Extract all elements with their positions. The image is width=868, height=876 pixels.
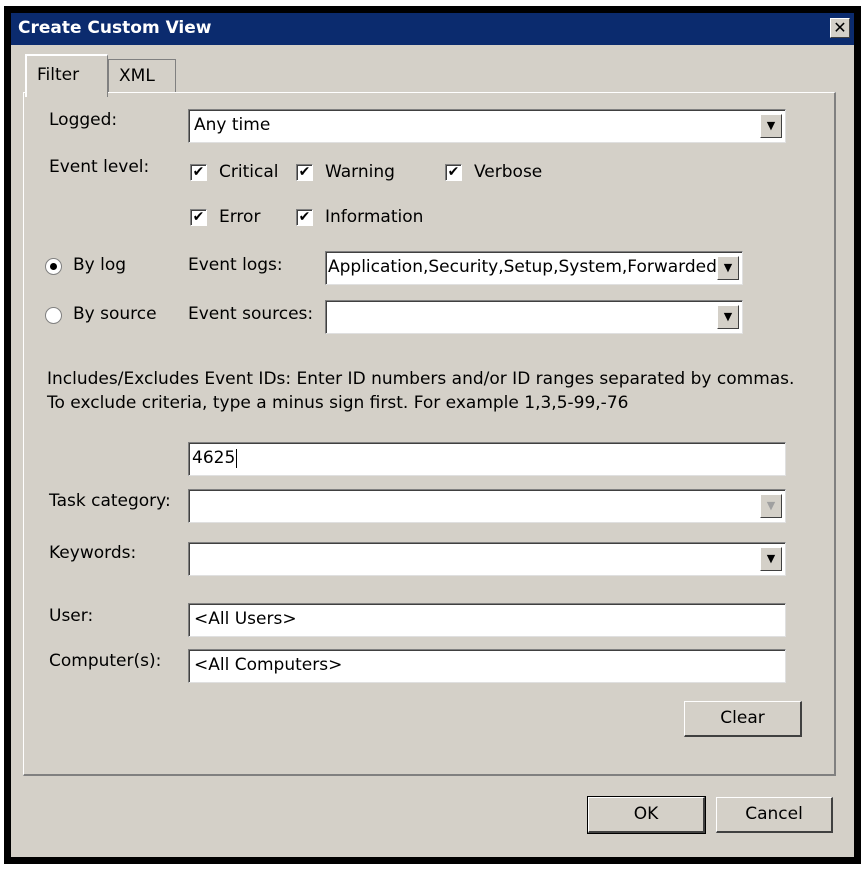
warning-checkbox[interactable]: ✔ — [296, 164, 313, 181]
by-source-label: By source — [73, 304, 157, 324]
dialog-client: Filter XML Logged: Any time ▼ Event leve… — [11, 45, 854, 857]
chevron-down-icon[interactable]: ▼ — [717, 305, 739, 329]
by-log-label: By log — [73, 255, 127, 275]
event-ids-description: Includes/Excludes Event IDs: Enter ID nu… — [47, 369, 795, 413]
filter-panel: Logged: Any time ▼ Event level: ✔ Critic… — [23, 92, 836, 776]
event-sources-label: Event sources: — [188, 304, 314, 324]
critical-label: Critical — [219, 162, 279, 182]
information-checkbox[interactable]: ✔ — [296, 209, 313, 226]
tab-filter[interactable]: Filter — [25, 54, 108, 97]
user-label: User: — [49, 606, 94, 626]
event-logs-label: Event logs: — [188, 255, 283, 275]
dialog-window: Create Custom View ✕ Filter XML Logged: … — [4, 6, 861, 864]
text-caret — [236, 448, 238, 468]
critical-checkbox[interactable]: ✔ — [190, 164, 207, 181]
by-log-radio[interactable] — [45, 258, 62, 275]
title-bar[interactable]: Create Custom View ✕ — [11, 13, 854, 45]
user-input[interactable]: <All Users> — [188, 603, 786, 637]
chevron-down-icon[interactable]: ▼ — [760, 114, 782, 138]
event-level-label: Event level: — [49, 157, 150, 177]
event-ids-value: 4625 — [192, 448, 236, 468]
task-category-dropdown[interactable]: ▼ — [188, 489, 786, 523]
tab-xml[interactable]: XML — [108, 59, 176, 93]
logged-label: Logged: — [49, 110, 118, 130]
chevron-down-icon[interactable]: ▼ — [717, 256, 739, 280]
chevron-down-icon[interactable]: ▼ — [760, 494, 782, 518]
computers-value: <All Computers> — [194, 655, 343, 675]
computers-label: Computer(s): — [49, 651, 162, 671]
dialog-title: Create Custom View — [18, 18, 212, 38]
event-ids-input[interactable]: 4625 — [188, 442, 786, 476]
verbose-label: Verbose — [474, 162, 543, 182]
chevron-down-icon[interactable]: ▼ — [760, 547, 782, 571]
logged-value: Any time — [194, 115, 271, 135]
radio-selected-dot — [50, 263, 57, 270]
user-value: <All Users> — [194, 609, 297, 629]
event-sources-dropdown[interactable]: ▼ — [325, 300, 743, 334]
by-source-radio[interactable] — [45, 307, 62, 324]
close-button[interactable]: ✕ — [830, 18, 850, 38]
keywords-dropdown[interactable]: ▼ — [188, 542, 786, 576]
event-logs-dropdown[interactable]: Application,Security,Setup,System,Forwar… — [325, 251, 743, 285]
logged-dropdown[interactable]: Any time ▼ — [188, 109, 786, 143]
event-logs-value: Application,Security,Setup,System,Forwar… — [328, 257, 734, 277]
error-checkbox[interactable]: ✔ — [190, 209, 207, 226]
task-category-label: Task category: — [49, 491, 171, 511]
cancel-button[interactable]: Cancel — [716, 797, 833, 833]
ok-button[interactable]: OK — [587, 796, 706, 834]
information-label: Information — [325, 207, 424, 227]
keywords-label: Keywords: — [49, 543, 137, 563]
warning-label: Warning — [325, 162, 395, 182]
clear-button[interactable]: Clear — [684, 701, 802, 737]
verbose-checkbox[interactable]: ✔ — [445, 164, 462, 181]
computers-input[interactable]: <All Computers> — [188, 649, 786, 683]
error-label: Error — [219, 207, 261, 227]
